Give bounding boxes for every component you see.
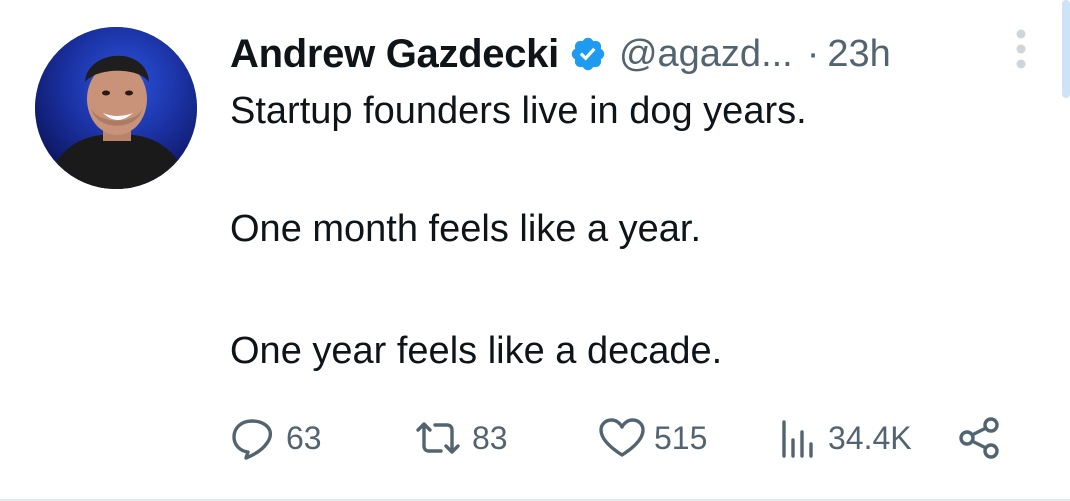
- tweet-text-line: One month feels like a year.: [230, 208, 702, 250]
- tweet-header: Andrew Gazdecki @agazd... · 23h: [230, 27, 891, 81]
- share-button[interactable]: [958, 410, 1002, 466]
- share-icon: [958, 416, 1002, 460]
- time-separator: ·: [806, 32, 820, 75]
- like-button[interactable]: 515: [596, 410, 707, 466]
- more-vertical-icon[interactable]: [1011, 28, 1031, 72]
- retweet-icon: [410, 416, 466, 460]
- author-handle[interactable]: @agazd...: [619, 33, 793, 76]
- tweet-text-line: One year feels like a decade.: [230, 330, 723, 372]
- heart-icon: [596, 416, 648, 460]
- avatar[interactable]: [35, 27, 197, 189]
- reply-bubble-icon: [230, 416, 280, 460]
- views-count: 34.4K: [828, 419, 912, 456]
- like-count: 515: [654, 419, 708, 456]
- tweet-actions: 63 83 515 34.4K: [230, 410, 1010, 466]
- avatar-image: [35, 27, 197, 189]
- scrollbar[interactable]: [1062, 0, 1070, 98]
- retweet-count: 83: [472, 419, 508, 456]
- reply-count: 63: [286, 419, 322, 456]
- tweet-text-line: Startup founders live in dog years.: [230, 90, 807, 132]
- tweet-card[interactable]: Andrew Gazdecki @agazd... · 23h Startup …: [0, 0, 1070, 501]
- retweet-button[interactable]: 83: [410, 410, 508, 466]
- tweet-timestamp[interactable]: 23h: [827, 33, 890, 76]
- verified-badge-icon: [569, 35, 607, 73]
- reply-button[interactable]: 63: [230, 410, 322, 466]
- bar-chart-icon: [776, 416, 822, 460]
- views-button[interactable]: 34.4K: [776, 410, 912, 466]
- author-name[interactable]: Andrew Gazdecki: [230, 32, 559, 77]
